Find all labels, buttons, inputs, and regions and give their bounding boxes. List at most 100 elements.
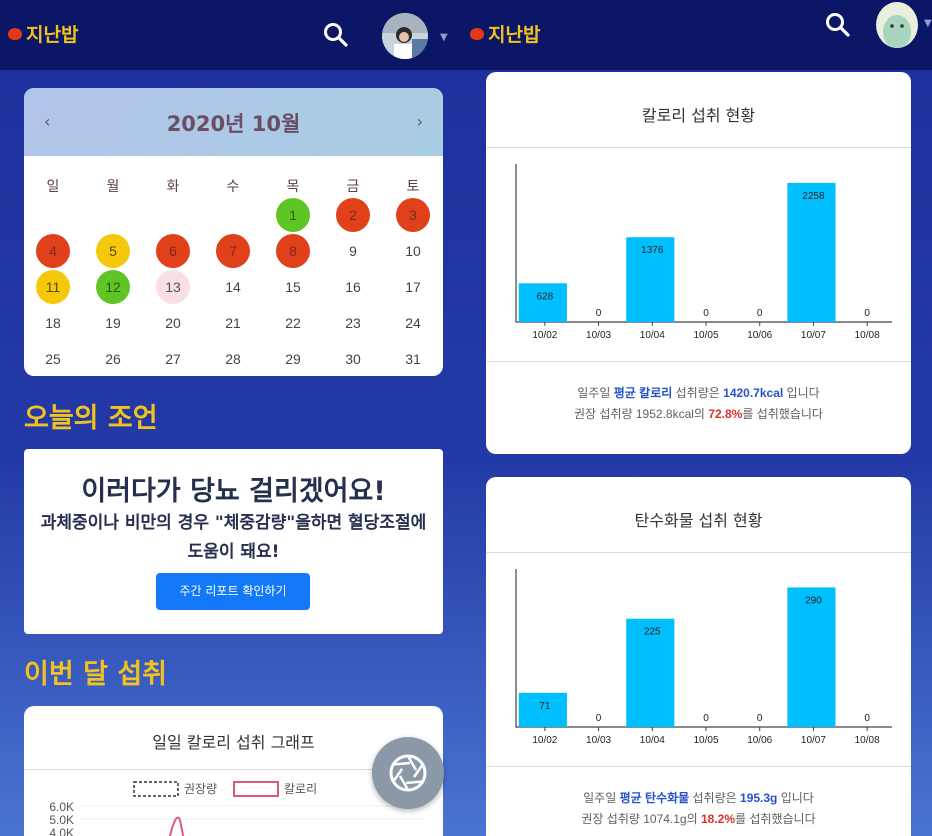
calorie-card-title: 칼로리 섭취 현황 bbox=[641, 106, 756, 125]
logo-text: 지난밥 bbox=[488, 24, 541, 46]
x-tick-label: 10/02 bbox=[532, 330, 557, 341]
x-tick-label: 10/08 bbox=[855, 330, 880, 341]
bar-value-label: 0 bbox=[703, 308, 709, 319]
next-month-button[interactable]: › bbox=[417, 112, 423, 131]
calendar-day[interactable]: 13 bbox=[156, 270, 190, 304]
calorie-summary: 일주일 평균 칼로리 섭취량은 1420.7kcal 입니다 권장 섭취량 19… bbox=[486, 383, 911, 425]
user-avatar[interactable] bbox=[876, 2, 918, 48]
x-tick-label: 10/07 bbox=[801, 330, 826, 341]
calendar-day[interactable]: 17 bbox=[396, 270, 430, 304]
bar-value-label: 0 bbox=[864, 308, 870, 319]
bar-value-label: 0 bbox=[596, 713, 602, 724]
calendar-day[interactable]: 30 bbox=[336, 342, 370, 376]
camera-button[interactable] bbox=[372, 737, 444, 809]
chevron-down-icon[interactable]: ▼ bbox=[440, 32, 448, 43]
search-icon[interactable] bbox=[825, 12, 851, 38]
logo-icon bbox=[8, 27, 22, 40]
calendar-day[interactable]: 11 bbox=[36, 270, 70, 304]
chart-axis bbox=[515, 569, 892, 728]
x-tick-label: 10/04 bbox=[640, 330, 665, 341]
calendar-day[interactable]: 31 bbox=[396, 342, 430, 376]
bar bbox=[787, 182, 836, 322]
carb-summary-line1: 일주일 평균 탄수화물 섭취량은 195.3g 입니다 bbox=[583, 791, 814, 805]
calendar-day[interactable]: 7 bbox=[216, 234, 250, 268]
app-logo[interactable]: 지난밥 bbox=[8, 20, 78, 47]
calendar-day[interactable]: 19 bbox=[96, 306, 130, 340]
calendar-day[interactable]: 2 bbox=[336, 198, 370, 232]
carb-summary-line2: 권장 섭취량 1074.1g의 18.2%를 섭취했습니다 bbox=[581, 812, 816, 826]
weekday-label: 토 bbox=[406, 179, 420, 195]
logo-icon bbox=[470, 27, 484, 40]
x-tick-label: 10/08 bbox=[855, 735, 880, 746]
calendar-day[interactable]: 29 bbox=[276, 342, 310, 376]
calendar-day[interactable]: 4 bbox=[36, 234, 70, 268]
carb-bar-chart: 71 10/02 0 10/03 225 10/04 0 10/05 0 10/06 290 10/0… bbox=[515, 569, 892, 746]
chevron-down-icon[interactable]: ▼ bbox=[924, 18, 932, 29]
user-avatar[interactable] bbox=[382, 13, 428, 59]
calendar-day[interactable]: 28 bbox=[216, 342, 250, 376]
calorie-line bbox=[168, 816, 185, 836]
bar-value-label: 225 bbox=[644, 627, 661, 638]
divider bbox=[486, 361, 911, 362]
bar-value-label: 628 bbox=[537, 291, 554, 302]
calendar-day[interactable]: 14 bbox=[216, 270, 250, 304]
calendar-month-title: 2020년 10월 bbox=[166, 112, 301, 136]
weekday-label: 수 bbox=[226, 179, 240, 195]
app-logo[interactable]: 지난밥 bbox=[470, 20, 540, 47]
calorie-summary-line1: 일주일 평균 칼로리 섭취량은 1420.7kcal 입니다 bbox=[577, 386, 820, 400]
x-tick-label: 10/02 bbox=[532, 735, 557, 746]
bar-value-label: 290 bbox=[805, 595, 822, 606]
bar-value-label: 0 bbox=[596, 308, 602, 319]
calendar-header: ‹ 2020년 10월 › bbox=[24, 88, 443, 156]
advice-card: 이러다가 당뇨 걸리겠어요! 과체중이나 비만의 경우 "체중감량"을하면 혈당… bbox=[24, 449, 443, 634]
calendar-day[interactable]: 16 bbox=[336, 270, 370, 304]
calendar-day[interactable]: 1 bbox=[276, 198, 310, 232]
calorie-card: 칼로리 섭취 현황 628 10/02 0 10/03 1376 10/04 0 10/05 0… bbox=[486, 72, 911, 454]
calendar-day[interactable]: 26 bbox=[96, 342, 130, 376]
calendar-day[interactable]: 23 bbox=[336, 306, 370, 340]
x-tick-label: 10/03 bbox=[586, 330, 611, 341]
calorie-summary-line2: 권장 섭취량 1952.8kcal의 72.8%를 섭취했습니다 bbox=[574, 407, 823, 421]
advice-body: 과체중이나 비만의 경우 "체중감량"을하면 혈당조절에 도움이 돼요! bbox=[40, 513, 427, 562]
weekday-label: 월 bbox=[106, 179, 120, 195]
bar-value-label: 2258 bbox=[802, 191, 825, 202]
carb-card: 탄수화물 섭취 현황 71 10/02 0 10/03 225 10/04 0 10/05 0 1… bbox=[486, 477, 911, 836]
calendar-day[interactable]: 10 bbox=[396, 234, 430, 268]
divider bbox=[486, 766, 911, 767]
weekday-label: 금 bbox=[346, 179, 360, 195]
calendar-day[interactable]: 27 bbox=[156, 342, 190, 376]
x-tick-label: 10/05 bbox=[693, 330, 718, 341]
calendar-day[interactable]: 3 bbox=[396, 198, 430, 232]
bar-value-label: 1376 bbox=[641, 245, 664, 256]
calendar-day[interactable]: 15 bbox=[276, 270, 310, 304]
calendar-day[interactable]: 20 bbox=[156, 306, 190, 340]
calendar-day[interactable]: 12 bbox=[96, 270, 130, 304]
y-tick-label: 5.0K bbox=[49, 813, 74, 827]
calendar-card: ‹ 2020년 10월 › 일 월 화 수 목 금 토 1 2 3 4 5 6 7 8 9 10 11 12 13 14… bbox=[24, 88, 443, 376]
bar-value-label: 0 bbox=[703, 713, 709, 724]
calendar-day[interactable]: 21 bbox=[216, 306, 250, 340]
search-icon[interactable] bbox=[323, 22, 349, 48]
calendar-day[interactable]: 18 bbox=[36, 306, 70, 340]
chart-axis bbox=[515, 164, 892, 323]
calendar-day[interactable]: 9 bbox=[336, 234, 370, 268]
bar bbox=[518, 283, 567, 322]
app-header: 지난밥 ▼ bbox=[466, 0, 932, 70]
carb-summary: 일주일 평균 탄수화물 섭취량은 195.3g 입니다 권장 섭취량 1074.… bbox=[486, 788, 911, 830]
calendar-day[interactable]: 5 bbox=[96, 234, 130, 268]
advice-section-title: 오늘의 조언 bbox=[24, 403, 158, 434]
calendar-day[interactable]: 8 bbox=[276, 234, 310, 268]
advice-headline: 이러다가 당뇨 걸리겠어요! bbox=[81, 476, 386, 507]
x-tick-label: 10/04 bbox=[640, 735, 665, 746]
calendar-day[interactable]: 24 bbox=[396, 306, 430, 340]
calendar-day[interactable]: 22 bbox=[276, 306, 310, 340]
calendar-day[interactable]: 25 bbox=[36, 342, 70, 376]
weekly-report-button[interactable]: 주간 리포트 확인하기 bbox=[156, 573, 310, 610]
x-tick-label: 10/07 bbox=[801, 735, 826, 746]
calendar-day[interactable]: 6 bbox=[156, 234, 190, 268]
bar-value-label: 71 bbox=[539, 701, 551, 712]
legend-recommended-label: 권장량 bbox=[184, 782, 217, 796]
logo-text: 지난밥 bbox=[26, 24, 79, 46]
x-tick-label: 10/05 bbox=[693, 735, 718, 746]
legend-recommended-swatch bbox=[133, 781, 179, 797]
